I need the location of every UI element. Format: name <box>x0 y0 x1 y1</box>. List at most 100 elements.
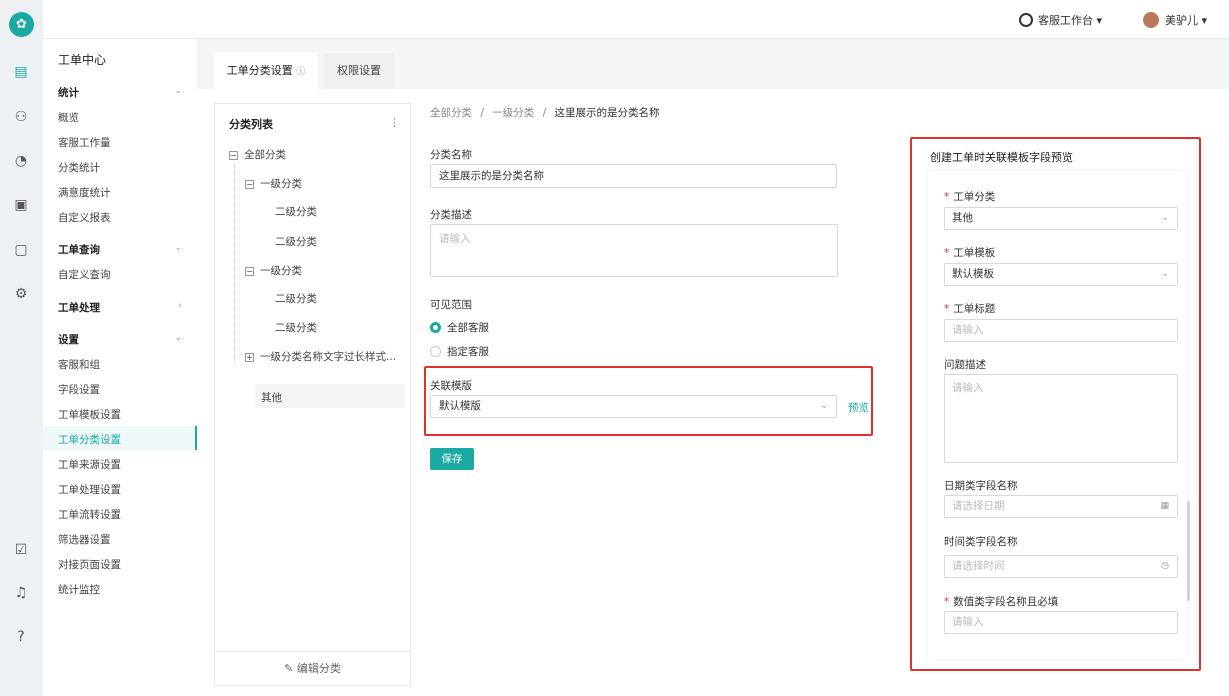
select-value: 默认模板 <box>952 268 994 280</box>
sidebar-group-settings[interactable]: 设置 <box>58 332 79 347</box>
preview-desc-textarea[interactable]: 请输入 <box>944 374 1178 463</box>
tree-node[interactable]: − 一级分类 <box>245 263 302 278</box>
expand-icon[interactable]: + <box>245 353 254 362</box>
tree-header: 分类列表 <box>229 118 273 131</box>
template-select-value: 默认模版 <box>439 400 481 412</box>
breadcrumb-item[interactable]: 一级分类 <box>492 107 534 119</box>
tree-node-label: 一级分类 <box>260 265 302 277</box>
breadcrumb-item[interactable]: 全部分类 <box>430 107 472 119</box>
template-select[interactable]: 默认模版 ⌄ <box>430 395 837 418</box>
sidebar-item[interactable]: 客服工作量 <box>58 135 111 150</box>
chevron-down-icon: ⌄ <box>820 401 828 411</box>
tree-node[interactable]: + 一级分类名称文字过长样式... <box>245 349 396 364</box>
people-icon[interactable]: ⚇ <box>12 108 30 126</box>
tree-node-root[interactable]: − 全部分类 <box>229 147 286 162</box>
collapse-icon[interactable]: − <box>245 267 254 276</box>
sidebar-item-active[interactable]: 工单分类设置 <box>58 432 121 447</box>
sidebar-item[interactable]: 统计监控 <box>58 582 100 597</box>
sidebar-item[interactable]: 字段设置 <box>58 382 100 397</box>
chevron-down-icon: ⌄ <box>1161 269 1169 279</box>
tree-node-label: 全部分类 <box>244 149 286 161</box>
user-menu[interactable]: 美驴儿 ▾ <box>1143 12 1207 28</box>
clipboard-icon[interactable]: ▤ <box>12 63 30 81</box>
user-gear-icon[interactable]: ⚙ <box>12 285 30 303</box>
preview-date-picker[interactable]: 请选择日期 ▦ <box>944 495 1178 518</box>
workbench-menu[interactable]: 客服工作台 ▾ <box>1019 12 1102 28</box>
tab-permission-settings[interactable]: 权限设置 <box>324 53 394 89</box>
preview-form: * 工单分类 其他 ⌄ * 工单模板 默认模板 ⌄ * 工单标题 请输入 问题描述 请输入… <box>928 171 1188 659</box>
radio-all-agents[interactable]: 全部客服 <box>430 320 489 335</box>
preview-title: 创建工单时关联模板字段预览 <box>930 151 1073 164</box>
preview-field-label: * 数值类字段名称且必填 <box>944 594 1058 609</box>
pencil-icon: ✎ <box>284 662 294 675</box>
tree-node[interactable]: 二级分类 <box>275 291 317 306</box>
preview-number-input[interactable]: 请输入 <box>944 611 1178 634</box>
content-panel: 分类列表 ⋮ − 全部分类 − 一级分类 二级分类 二级分类 − 一级分类 二级分类 … <box>197 89 1229 696</box>
chevron-down-icon: ⌄ <box>174 333 182 343</box>
radio-checked-icon <box>430 322 441 333</box>
top-bar: 客服工作台 ▾ 美驴儿 ▾ <box>43 0 1229 39</box>
sidebar-item[interactable]: 工单来源设置 <box>58 457 121 472</box>
radio-label: 全部客服 <box>447 322 489 334</box>
sidebar-item[interactable]: 工单处理设置 <box>58 482 121 497</box>
sidebar-item[interactable]: 工单模板设置 <box>58 407 121 422</box>
preview-category-select[interactable]: 其他 ⌄ <box>944 207 1178 230</box>
preview-template-select[interactable]: 默认模板 ⌄ <box>944 263 1178 286</box>
desc-textarea[interactable]: 请输入 <box>430 224 838 277</box>
tree-node-selected[interactable]: 其他 <box>261 390 282 405</box>
preview-field-label: 时间类字段名称 <box>944 536 1018 548</box>
required-marker: * <box>944 191 950 203</box>
tree-guide <box>234 164 235 364</box>
edit-category-button[interactable]: ✎ 编辑分类 <box>215 651 410 685</box>
calendar-check-icon[interactable]: ☑ <box>12 541 30 559</box>
sidebar-item[interactable]: 工单流转设置 <box>58 507 121 522</box>
required-marker: * <box>944 247 950 259</box>
preview-scrollbar[interactable] <box>1187 501 1190 601</box>
sidebar-item[interactable]: 分类统计 <box>58 160 100 175</box>
breadcrumb-separator: / <box>542 107 547 119</box>
sidebar-group-query[interactable]: 工单查询 <box>58 242 100 257</box>
name-input[interactable]: 这里展示的是分类名称 <box>430 164 837 188</box>
tab-category-settings[interactable]: 工单分类设置 ⓘ <box>214 53 318 89</box>
icon-rail: ✿ ▤ ⚇ ◔ ▣ ▢ ⚙ ☑ ♫ ? <box>0 0 43 696</box>
help-icon[interactable]: ? <box>12 628 30 646</box>
date-placeholder: 请选择日期 <box>952 500 1005 512</box>
gauge-icon[interactable]: ◔ <box>12 152 30 170</box>
tab-label: 工单分类设置 <box>226 64 293 77</box>
bell-icon[interactable]: ♫ <box>12 584 30 602</box>
tree-node[interactable]: 二级分类 <box>275 320 317 335</box>
save-button[interactable]: 保存 <box>430 448 474 470</box>
preview-title-input[interactable]: 请输入 <box>944 319 1178 342</box>
sidebar-item[interactable]: 筛选器设置 <box>58 532 111 547</box>
screen-icon[interactable]: ▢ <box>12 241 30 259</box>
more-icon[interactable]: ⋮ <box>389 116 400 129</box>
sidebar-item[interactable]: 满意度统计 <box>58 185 111 200</box>
collapse-icon[interactable]: − <box>245 180 254 189</box>
field-label-text: 数值类字段名称且必填 <box>953 596 1059 608</box>
preview-time-picker[interactable]: 请选择时间 ◷ <box>944 555 1178 578</box>
radio-specified-agents[interactable]: 指定客服 <box>430 344 489 359</box>
breadcrumb-separator: / <box>480 107 484 119</box>
time-placeholder: 请选择时间 <box>952 560 1005 572</box>
sidebar-item[interactable]: 概览 <box>58 110 79 125</box>
chevron-right-icon: › <box>178 301 182 311</box>
field-label-text: 工单模板 <box>953 247 996 259</box>
collapse-icon[interactable]: − <box>229 151 238 160</box>
preview-field-label: * 工单模板 <box>944 245 995 260</box>
main-area: 工单分类设置 ⓘ 权限设置 分类列表 ⋮ − 全部分类 − 一级分类 二级分类 二级… <box>197 39 1229 696</box>
preview-link[interactable]: 预览 <box>848 400 869 415</box>
sidebar-item[interactable]: 自定义报表 <box>58 210 111 225</box>
sidebar-group-handle[interactable]: 工单处理 <box>58 300 100 315</box>
category-tree: 分类列表 ⋮ − 全部分类 − 一级分类 二级分类 二级分类 − 一级分类 二级分类 … <box>214 103 411 686</box>
tree-node[interactable]: 二级分类 <box>275 204 317 219</box>
clock-icon: ◷ <box>1161 561 1169 571</box>
monitor-icon[interactable]: ▣ <box>12 196 30 214</box>
sidebar-item[interactable]: 对接页面设置 <box>58 557 121 572</box>
tree-node[interactable]: − 一级分类 <box>245 176 302 191</box>
radio-unchecked-icon <box>430 346 441 357</box>
tree-node[interactable]: 二级分类 <box>275 234 317 249</box>
sidebar-group-stats[interactable]: 统计 <box>58 85 79 100</box>
sidebar-item[interactable]: 客服和组 <box>58 357 100 372</box>
sidebar-item[interactable]: 自定义查询 <box>58 267 111 282</box>
tooth-logo-icon[interactable]: ✿ <box>9 12 34 37</box>
